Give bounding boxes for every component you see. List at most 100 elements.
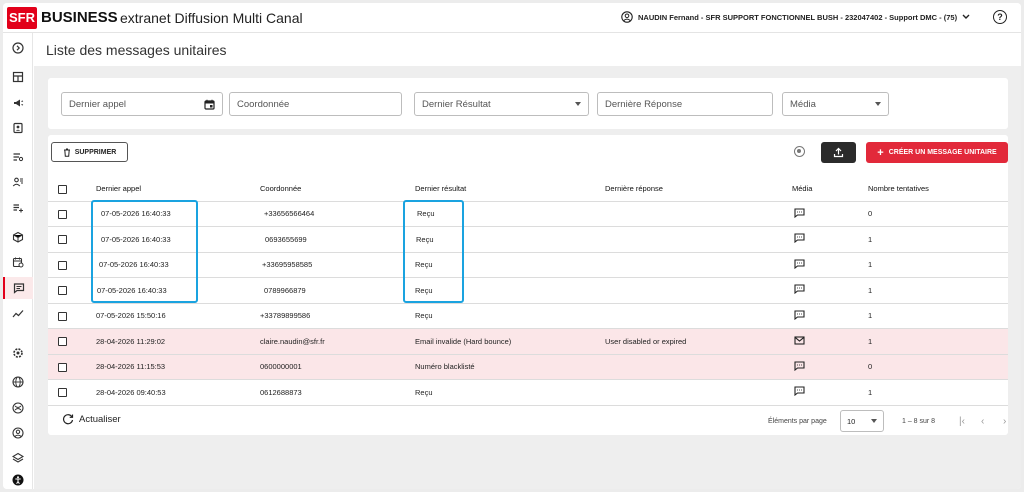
previous-page-icon[interactable]: ‹ xyxy=(981,416,984,427)
last-call-filter-label: Dernier appel xyxy=(69,98,127,110)
messages-table: Dernier appel Coordonnée Dernier résulta… xyxy=(48,177,1008,406)
cell-attempts: 1 xyxy=(868,226,1008,253)
table-row[interactable]: 07-05-2026 15:50:16 +33789899586 Reçu 1 xyxy=(48,303,1008,329)
last-response-filter[interactable]: Dernière Réponse xyxy=(597,92,773,116)
sms-icon xyxy=(794,284,805,296)
row-checkbox[interactable] xyxy=(58,362,67,372)
user-menu[interactable]: NAUDIN Fernand - SFR SUPPORT FONCTIONNEL… xyxy=(621,11,970,23)
page-range: 1 – 8 sur 8 xyxy=(902,418,936,425)
package-icon[interactable] xyxy=(3,226,33,248)
per-page-select[interactable]: 10 xyxy=(840,410,884,432)
table-row[interactable]: 28-04-2026 11:15:53 0600000001 Numéro blac… xyxy=(48,354,1008,380)
create-message-button[interactable]: + CRÉER UN MESSAGE UNITAIRE xyxy=(866,142,1008,163)
last-result-filter[interactable]: Dernier Résultat xyxy=(414,92,589,116)
chevron-down-icon xyxy=(871,419,877,423)
calendar-icon[interactable] xyxy=(204,99,215,110)
row-checkbox[interactable] xyxy=(58,388,67,397)
sms-icon xyxy=(794,233,805,245)
users-group-icon[interactable] xyxy=(3,171,33,193)
cell-last-call: 07-05-2026 16:40:33 xyxy=(96,226,260,253)
cell-last-result: Reçu xyxy=(415,226,605,253)
cell-attempts: 1 xyxy=(868,303,1008,329)
settings-alert-icon[interactable] xyxy=(3,342,33,364)
last-call-filter[interactable]: Dernier appel xyxy=(61,92,223,116)
statistics-icon[interactable] xyxy=(3,303,33,325)
next-page-icon[interactable]: › xyxy=(1003,416,1006,427)
contact-filter-label: Coordonnée xyxy=(237,98,290,110)
column-header[interactable]: Coordonnée xyxy=(260,177,415,202)
filter-panel: Dernier appel Coordonnée Dernier Résulta… xyxy=(48,78,1008,129)
row-checkbox[interactable] xyxy=(58,235,67,244)
cell-attempts: 0 xyxy=(868,201,1008,227)
refresh-button[interactable]: Actualiser xyxy=(62,413,121,425)
row-checkbox[interactable] xyxy=(58,286,67,295)
table-row[interactable]: 07-05-2026 16:40:33 +33656566464 Reçu 0 xyxy=(48,201,1008,227)
create-message-button-label: CRÉER UN MESSAGE UNITAIRE xyxy=(888,149,997,156)
layers-icon[interactable] xyxy=(3,447,33,469)
media-filter[interactable]: Média xyxy=(782,92,889,116)
table-row[interactable]: 07-05-2026 16:40:33 0789966879 Reçu 1 xyxy=(48,277,1008,304)
top-bar: SFR BUSINESS extranet Diffusion Multi Ca… xyxy=(3,3,1021,33)
cell-last-response xyxy=(605,252,792,278)
account-icon[interactable] xyxy=(3,422,33,444)
row-checkbox[interactable] xyxy=(58,260,67,270)
row-checkbox[interactable] xyxy=(58,337,67,346)
chevron-down-icon xyxy=(575,102,581,106)
globe-icon[interactable] xyxy=(3,371,33,393)
refresh-label: Actualiser xyxy=(79,413,121,425)
per-page-label: Éléments par page xyxy=(768,418,827,425)
refresh-icon xyxy=(62,414,74,425)
help-icon[interactable]: ? xyxy=(993,10,1007,24)
contacts-book-icon[interactable] xyxy=(3,117,33,139)
table-row[interactable]: 28-04-2026 09:40:53 0612688873 Reçu 1 xyxy=(48,379,1008,406)
trash-icon xyxy=(63,148,70,157)
column-header[interactable]: Média xyxy=(792,177,868,202)
user-label: NAUDIN Fernand - SFR SUPPORT FONCTIONNEL… xyxy=(638,12,958,22)
cell-last-response xyxy=(605,226,792,253)
cell-last-response xyxy=(605,379,792,406)
row-checkbox[interactable] xyxy=(58,311,67,321)
column-header[interactable]: Dernier résultat xyxy=(415,177,605,202)
first-page-icon[interactable]: |‹ xyxy=(959,416,965,427)
chevron-down-icon xyxy=(875,102,881,106)
delete-button[interactable]: SUPPRIMER xyxy=(51,142,128,162)
page-title: Liste des messages unitaires xyxy=(46,42,227,58)
export-button[interactable] xyxy=(821,142,856,163)
expand-menu-icon[interactable] xyxy=(3,37,33,59)
brand-name: BUSINESS xyxy=(41,9,118,26)
contact-filter[interactable]: Coordonnée xyxy=(229,92,402,116)
column-header[interactable]: Dernière réponse xyxy=(605,177,792,202)
cell-last-result: Reçu xyxy=(415,201,605,227)
sms-icon xyxy=(794,310,805,322)
table-row[interactable]: 07-05-2026 16:40:33 0693655699 Reçu 1 xyxy=(48,226,1008,253)
cell-last-result: Reçu xyxy=(415,252,605,278)
list-settings-icon[interactable] xyxy=(3,146,33,168)
column-header[interactable]: Nombre tentatives xyxy=(868,177,1008,202)
accessibility-icon[interactable] xyxy=(3,469,33,489)
cell-last-call: 28-04-2026 11:15:53 xyxy=(96,354,260,380)
cell-last-response: User disabled or expired xyxy=(605,328,792,355)
cell-contact: 0600000001 xyxy=(260,354,415,380)
table-row[interactable]: 28-04-2026 11:29:02 claire.naudin@sfr.fr E… xyxy=(48,328,1008,355)
upload-icon xyxy=(833,147,844,158)
record-icon[interactable] xyxy=(794,146,805,157)
sfr-logo[interactable]: SFR xyxy=(7,7,37,29)
messages-table-card: SUPPRIMER + CRÉER UN MESSAGE UNITAIRE De… xyxy=(48,135,1008,435)
messages-icon[interactable] xyxy=(3,277,33,299)
cell-last-response xyxy=(605,303,792,329)
list-add-icon[interactable] xyxy=(3,197,33,219)
cell-last-call: 28-04-2026 11:29:02 xyxy=(96,328,260,355)
column-header[interactable]: Dernier appel xyxy=(96,177,260,202)
calendar-clock-icon[interactable] xyxy=(3,251,33,273)
select-all-checkbox[interactable] xyxy=(58,184,67,194)
campaign-icon[interactable] xyxy=(3,92,33,114)
cell-last-result: Numéro blacklisté xyxy=(415,354,605,380)
table-row[interactable]: 07-05-2026 16:40:33 +33695958585 Reçu 1 xyxy=(48,252,1008,278)
dashboard-icon[interactable] xyxy=(3,66,33,88)
row-checkbox[interactable] xyxy=(58,209,67,219)
delete-button-label: SUPPRIMER xyxy=(74,148,117,156)
user-icon xyxy=(621,11,633,23)
cell-last-call: 28-04-2026 09:40:53 xyxy=(96,379,260,406)
app-window: SFR BUSINESS extranet Diffusion Multi Ca… xyxy=(3,3,1021,489)
network-globe-icon[interactable] xyxy=(3,397,33,419)
